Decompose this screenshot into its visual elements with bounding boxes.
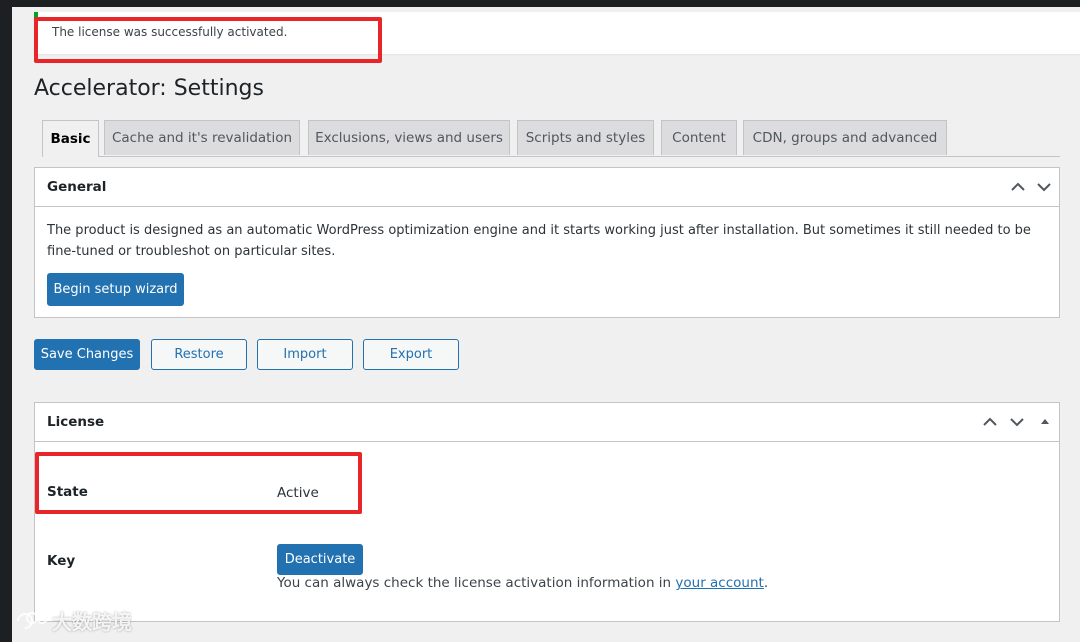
begin-setup-wizard-button[interactable]: Begin setup wizard [47, 273, 184, 306]
license-note: You can always check the license activat… [277, 575, 768, 591]
success-notice: The license was successfully activated. [34, 12, 1080, 54]
tab-cdn-advanced[interactable]: CDN, groups and advanced [743, 120, 947, 155]
tab-exclusions[interactable]: Exclusions, views and users [308, 120, 510, 155]
tab-basic[interactable]: Basic [42, 120, 99, 157]
license-title: License [47, 414, 105, 430]
tab-cache[interactable]: Cache and it's revalidation [104, 120, 300, 155]
watermark-text: 大数跨境 [52, 610, 132, 634]
license-note-suffix: . [763, 575, 769, 591]
general-header: General [35, 168, 1059, 207]
import-button[interactable]: Import [257, 339, 353, 370]
deactivate-button[interactable]: Deactivate [277, 544, 363, 575]
your-account-link[interactable]: your account [675, 575, 763, 591]
collapse-toggle-icon[interactable] [1035, 412, 1055, 432]
notice-message: The license was successfully activated. [52, 25, 288, 39]
tab-scripts-styles[interactable]: Scripts and styles [517, 120, 654, 155]
watermark: 大数跨境 [8, 606, 132, 635]
tab-content[interactable]: Content [661, 120, 737, 155]
chevron-down-icon[interactable] [1034, 177, 1054, 197]
save-changes-button[interactable]: Save Changes [34, 339, 140, 370]
state-label: State [47, 484, 88, 500]
license-note-text: You can always check the license activat… [277, 575, 676, 591]
general-description: The product is designed as an automatic … [47, 223, 1031, 259]
key-label: Key [47, 553, 76, 569]
chevron-up-icon[interactable] [1008, 177, 1028, 197]
admin-content: The license was successfully activated. … [12, 7, 1080, 642]
license-postbox: License State Active Key Deactivate You … [34, 402, 1060, 622]
chevron-up-icon[interactable] [980, 412, 1000, 432]
export-button[interactable]: Export [363, 339, 459, 370]
license-header: License [35, 403, 1059, 442]
general-postbox: General The product is designed as an au… [34, 167, 1060, 318]
watermark-logo-icon [17, 611, 48, 629]
state-value: Active [277, 485, 319, 501]
settings-tabs: Basic Cache and it's revalidation Exclus… [42, 120, 1060, 157]
page-title: Accelerator: Settings [34, 76, 264, 101]
chevron-down-icon[interactable] [1007, 412, 1027, 432]
general-title: General [47, 179, 107, 195]
restore-button[interactable]: Restore [151, 339, 247, 370]
